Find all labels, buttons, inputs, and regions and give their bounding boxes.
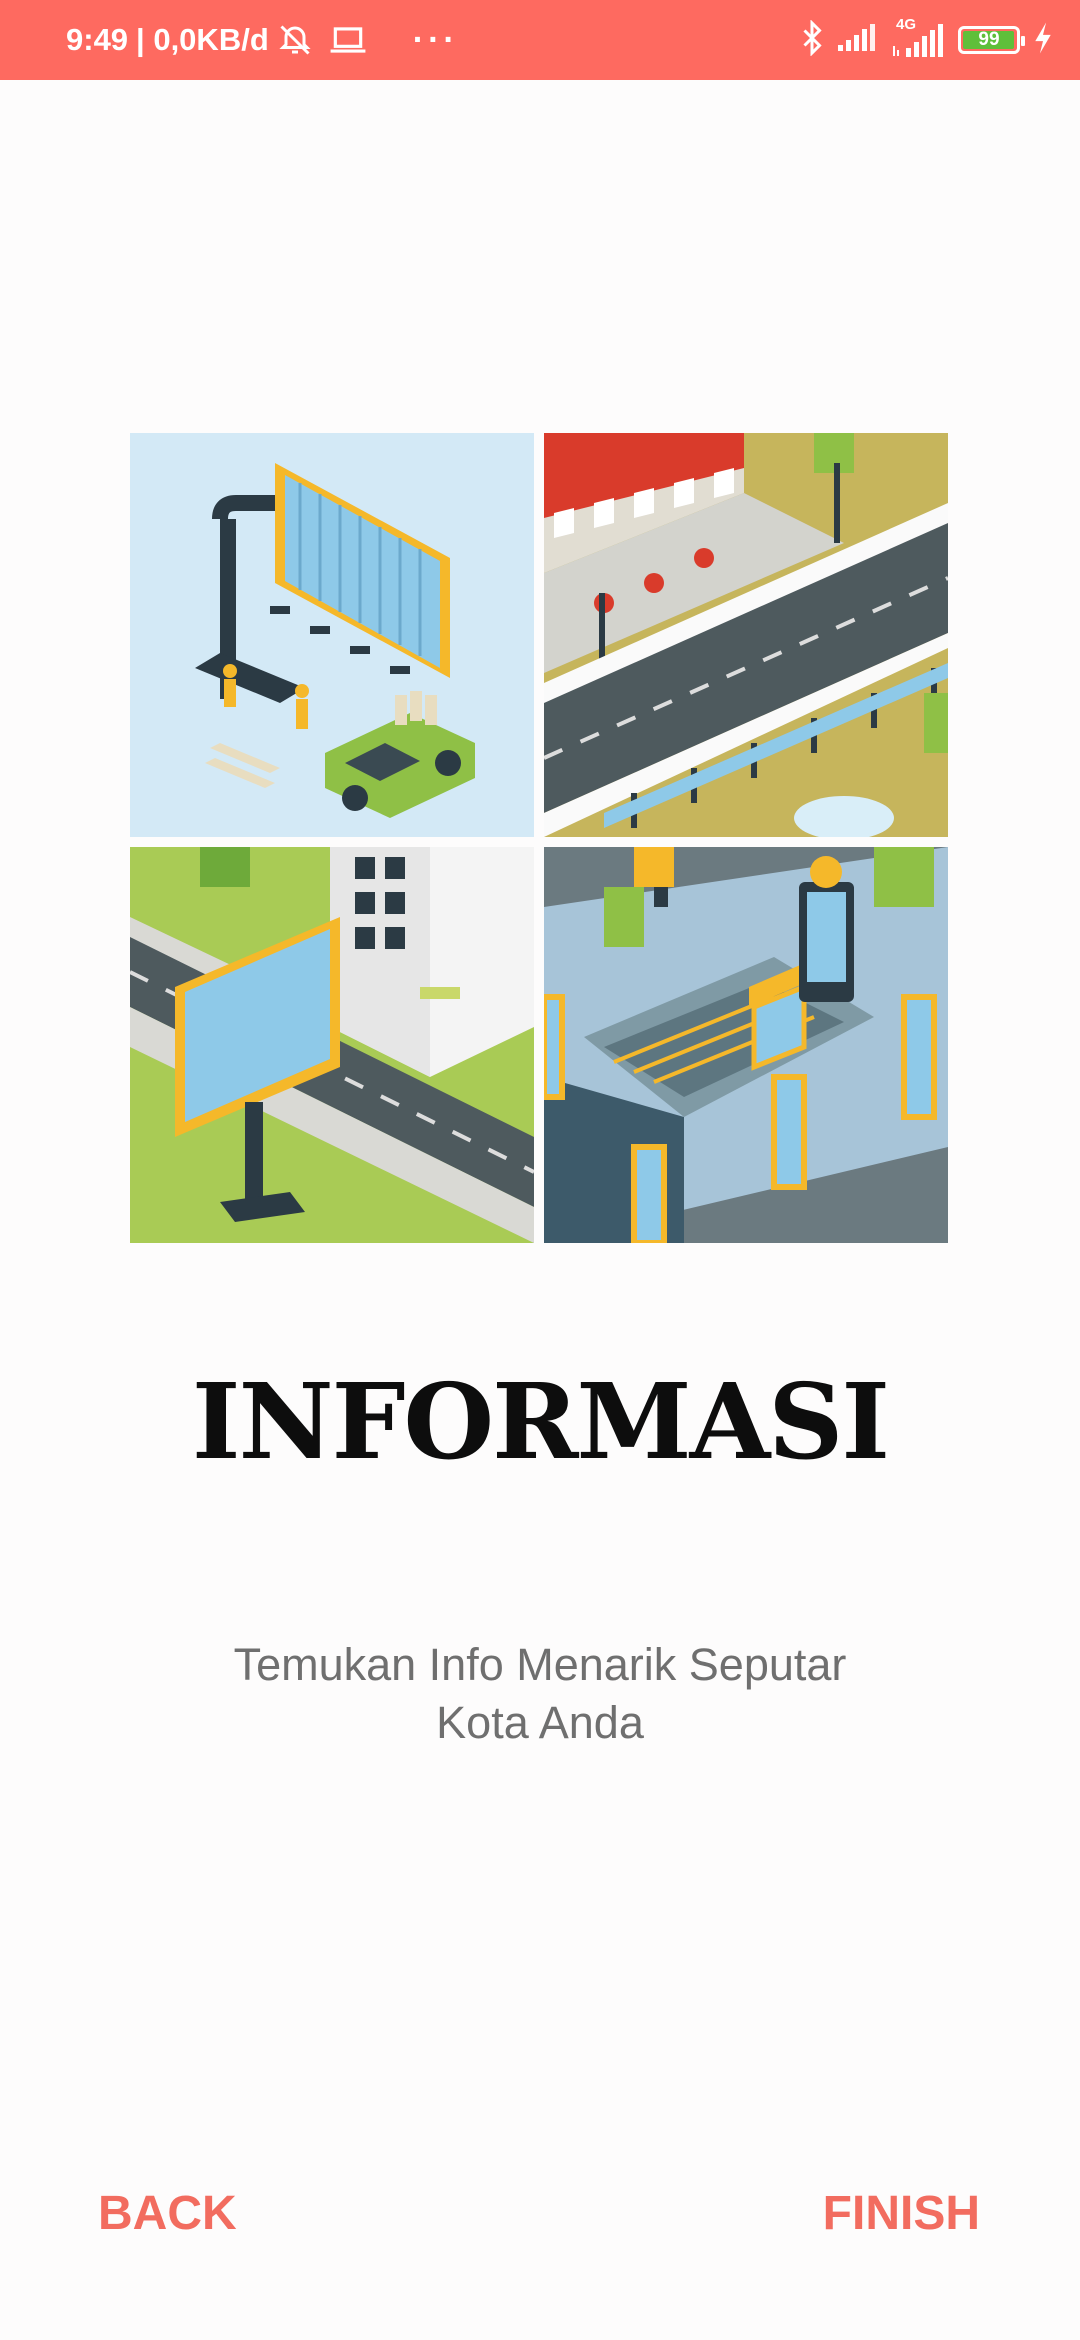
battery-icon: 99 <box>958 26 1025 54</box>
finish-button[interactable]: FINISH <box>823 2186 980 2241</box>
charging-icon <box>1032 21 1054 60</box>
subtitle-line-1: Temukan Info Menarik Seputar <box>233 1639 847 1690</box>
city-billboards-illustration <box>129 433 949 1246</box>
tile-restaurant-street <box>543 433 949 840</box>
status-right: 4G 99 <box>800 0 1054 80</box>
alarm-off-icon <box>277 22 313 58</box>
status-left: 9:49 | 0,0KB/d ··· <box>66 0 459 80</box>
more-notifications-icon: ··· <box>412 20 459 59</box>
battery-level: 99 <box>978 29 1000 50</box>
tile-subway-station <box>541 847 948 1246</box>
page-title: INFORMASI <box>191 1360 890 1483</box>
signal-4g-icon: 4G <box>890 16 946 60</box>
subtitle-line-2: Kota Anda <box>436 1697 644 1748</box>
tile-billboard-construction <box>130 433 534 837</box>
status-time: 9:49 <box>66 22 129 57</box>
page-subtitle: Temukan Info Menarik Seputar Kota Anda <box>140 1636 940 1752</box>
laptop-icon <box>329 24 367 56</box>
network-speed: | 0,0KB/d <box>136 22 269 57</box>
back-button[interactable]: BACK <box>98 2186 237 2241</box>
signal-icon <box>836 23 878 58</box>
tile-highway-billboard <box>129 847 535 1243</box>
status-bar: 9:49 | 0,0KB/d ··· 4G 99 <box>0 0 1080 80</box>
bluetooth-icon <box>800 18 824 61</box>
